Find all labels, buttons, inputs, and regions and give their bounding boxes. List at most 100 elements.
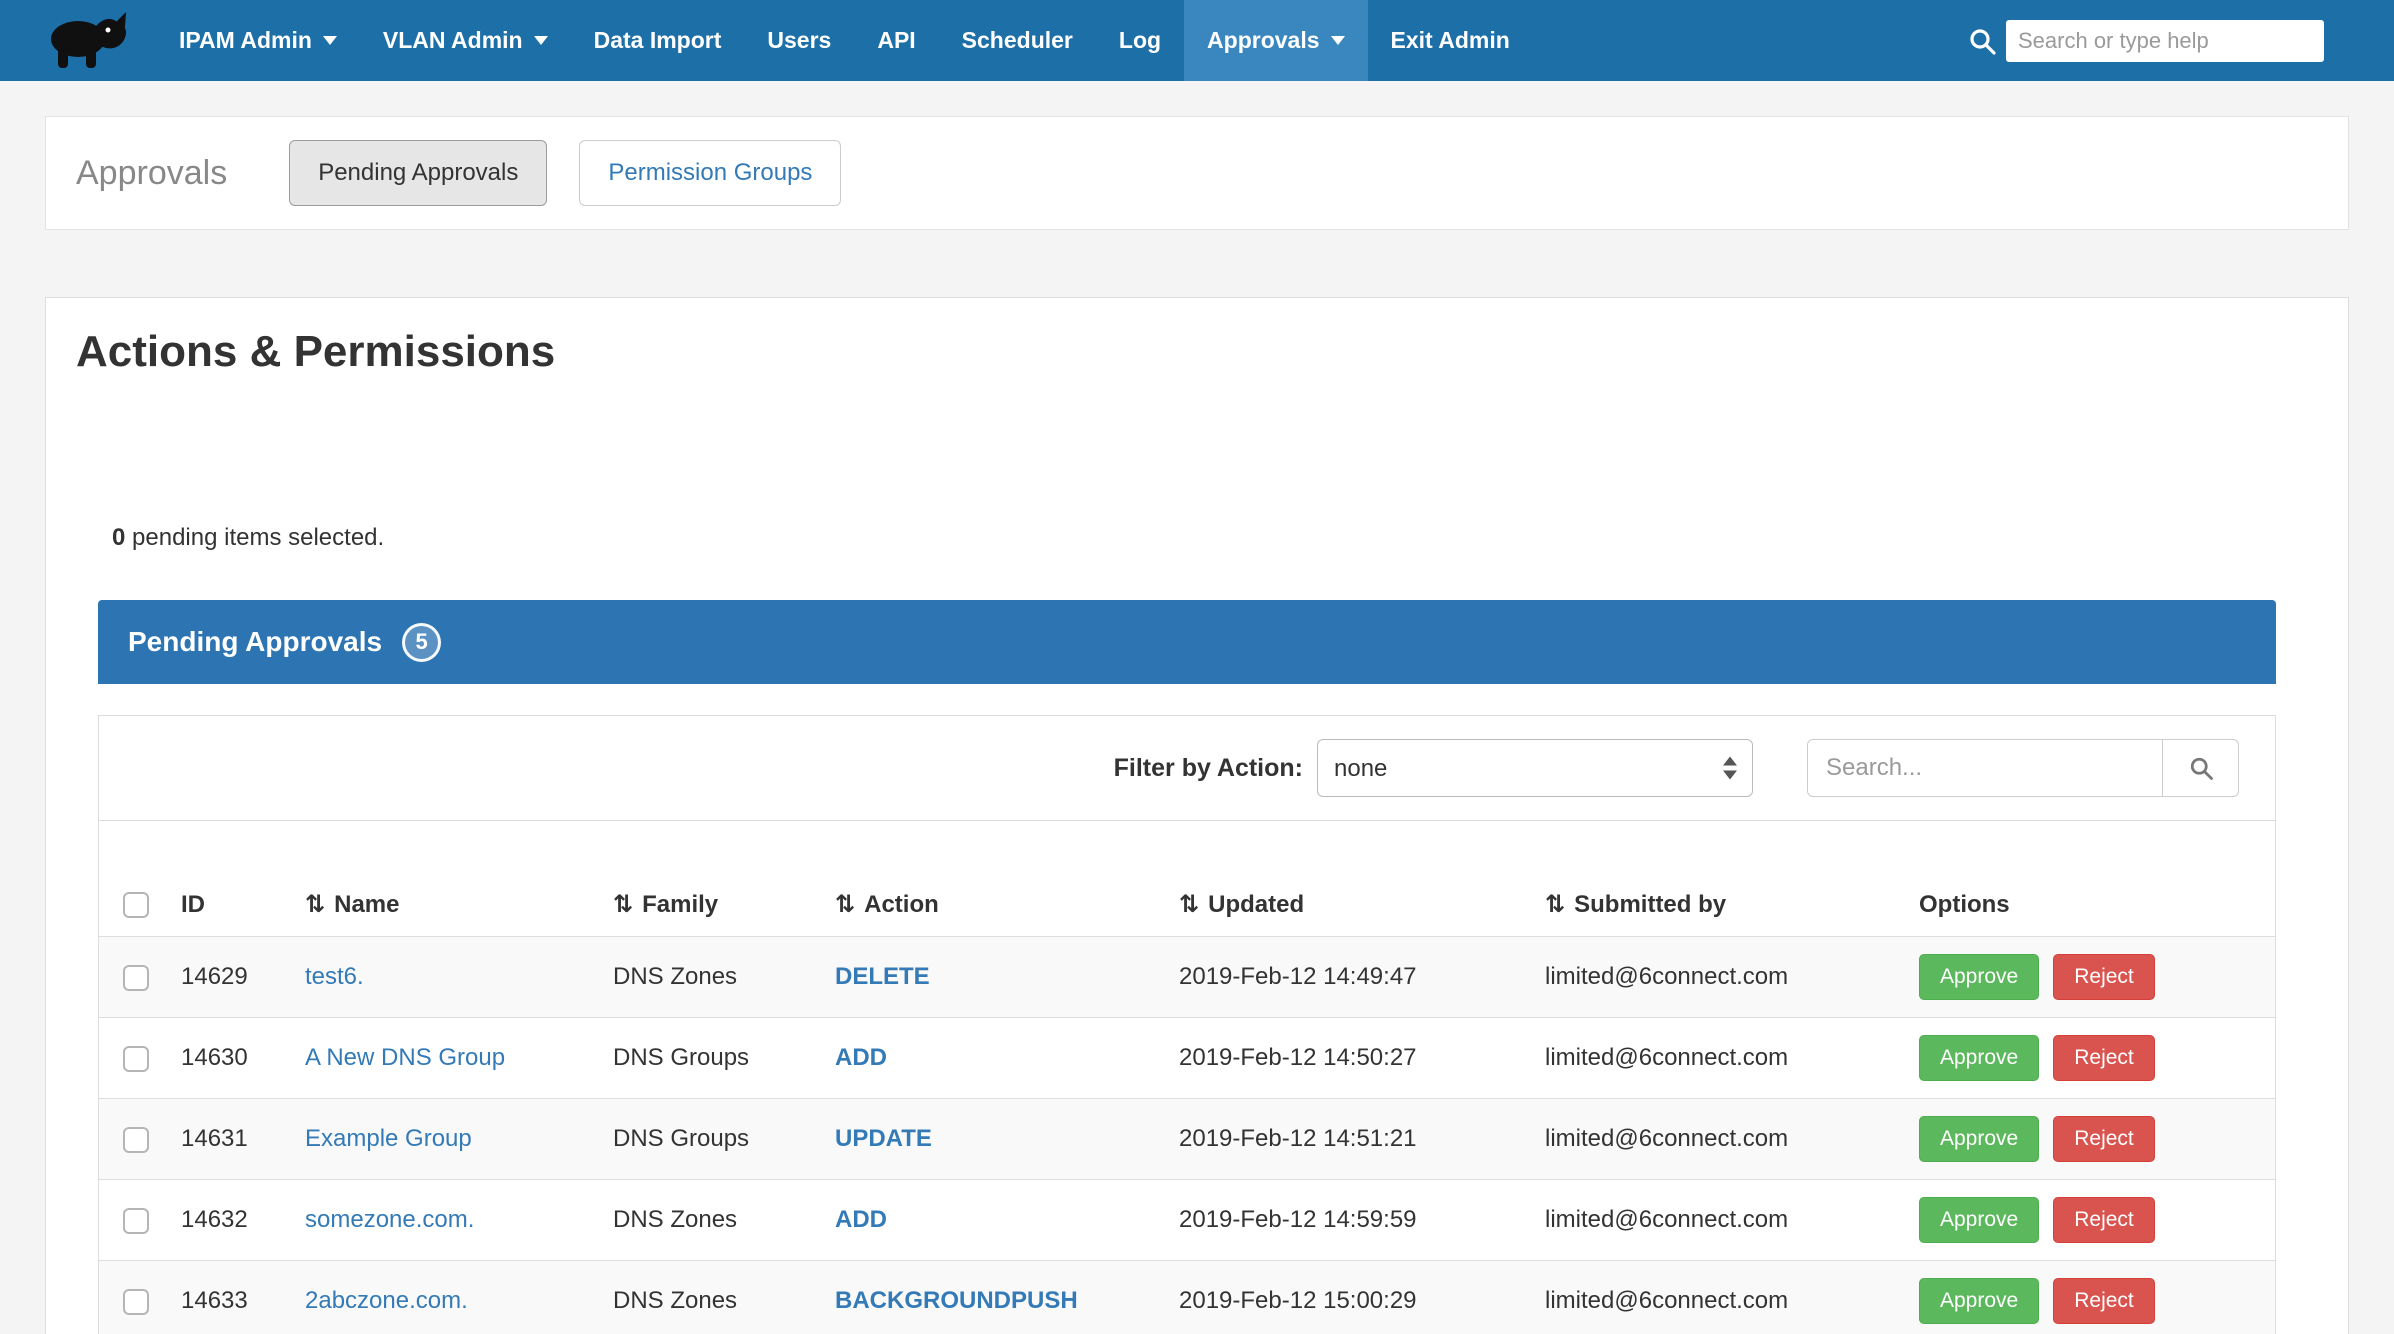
column-header-submitted-by[interactable]: ⇅Submitted by: [1533, 873, 1907, 937]
row-updated: 2019-Feb-12 14:51:21: [1179, 1125, 1417, 1152]
nav-item-label: VLAN Admin: [383, 27, 523, 54]
row-submitted-by: limited@6connect.com: [1545, 963, 1788, 990]
rhino-logo-svg: [46, 10, 130, 72]
action-filter: none: [1317, 739, 1753, 797]
chevron-down-icon: [1331, 36, 1345, 45]
column-label: Name: [334, 891, 399, 918]
selected-count: 0: [112, 524, 125, 551]
table-search-input[interactable]: [1807, 739, 2163, 797]
row-checkbox[interactable]: [123, 1127, 149, 1153]
top-navbar: IPAM Admin VLAN Admin Data Import UsersAPIS…: [0, 0, 2394, 81]
approve-button[interactable]: Approve: [1919, 1035, 2039, 1081]
reject-button[interactable]: Reject: [2053, 1278, 2155, 1324]
nav-search: [1966, 0, 2324, 81]
panel-heading: Pending Approvals 5: [98, 600, 2276, 684]
search-icon: [1966, 25, 1998, 57]
nav-item-label: Approvals: [1207, 27, 1319, 54]
row-submitted-by: limited@6connect.com: [1545, 1044, 1788, 1071]
nav-item-data-import[interactable]: Data Import: [571, 0, 745, 81]
column-label: ID: [181, 891, 205, 918]
row-action-link[interactable]: ADD: [835, 1206, 887, 1233]
row-family: DNS Zones: [613, 1206, 737, 1233]
selected-count-line: 0 pending items selected.: [112, 524, 2348, 552]
row-action-link[interactable]: BACKGROUNDPUSH: [835, 1287, 1078, 1314]
row-id: 14632: [181, 1206, 248, 1233]
row-name-link[interactable]: A New DNS Group: [305, 1044, 505, 1071]
nav-item-users[interactable]: Users: [744, 0, 854, 81]
column-label: Family: [642, 891, 718, 918]
column-header-action[interactable]: ⇅ Action: [823, 873, 1167, 937]
nav-item-vlan-admin[interactable]: VLAN Admin: [360, 0, 571, 81]
selected-count-text: pending items selected.: [125, 524, 384, 551]
nav-item-label: Data Import: [594, 27, 722, 54]
row-updated: 2019-Feb-12 14:59:59: [1179, 1206, 1417, 1233]
main-card: Actions & Permissions 0 pending items se…: [45, 297, 2349, 1334]
sort-icon: ⇅: [305, 891, 325, 918]
reject-button[interactable]: Reject: [2053, 954, 2155, 1000]
column-header-updated[interactable]: ⇅Updated: [1167, 873, 1533, 937]
filter-row: Filter by Action: none: [99, 716, 2275, 821]
row-name-link[interactable]: test6.: [305, 963, 364, 990]
row-checkbox[interactable]: [123, 1289, 149, 1315]
subheader: Approvals Pending ApprovalsPermission Gr…: [45, 116, 2349, 230]
approve-button[interactable]: Approve: [1919, 954, 2039, 1000]
column-header-family[interactable]: ⇅ Family: [601, 873, 823, 937]
nav-item-exit-admin[interactable]: Exit Admin: [1368, 0, 1533, 81]
reject-button[interactable]: Reject: [2053, 1035, 2155, 1081]
tab-pending-approvals[interactable]: Pending Approvals: [289, 140, 547, 206]
action-filter-select[interactable]: none: [1317, 739, 1753, 797]
row-checkbox[interactable]: [123, 965, 149, 991]
row-id: 14631: [181, 1125, 248, 1152]
reject-button[interactable]: Reject: [2053, 1116, 2155, 1162]
row-action-link[interactable]: UPDATE: [835, 1125, 932, 1152]
approve-button[interactable]: Approve: [1919, 1278, 2039, 1324]
table-row: 14629test6.DNS ZonesDELETE2019-Feb-12 14…: [99, 937, 2275, 1018]
table-row: 146332abczone.com.DNS ZonesBACKGROUNDPUS…: [99, 1261, 2275, 1334]
row-id: 14633: [181, 1287, 248, 1314]
row-checkbox[interactable]: [123, 1208, 149, 1234]
row-name-link[interactable]: 2abczone.com.: [305, 1287, 468, 1314]
nav-item-scheduler[interactable]: Scheduler: [939, 0, 1096, 81]
table-row: 14632 somezone.com. DNS Zones ADD 2019-Feb-1…: [99, 1180, 2275, 1261]
table-body: 14629test6.DNS ZonesDELETE2019-Feb-12 14…: [99, 937, 2275, 1334]
approve-button[interactable]: Approve: [1919, 1116, 2039, 1162]
sort-icon: ⇅: [835, 891, 855, 918]
row-updated: 2019-Feb-12 14:50:27: [1179, 1044, 1417, 1071]
reject-button[interactable]: Reject: [2053, 1197, 2155, 1243]
sort-icon: ⇅: [1545, 891, 1565, 918]
row-name-link[interactable]: Example Group: [305, 1125, 472, 1152]
nav-item-ipam-admin[interactable]: IPAM Admin: [156, 0, 360, 81]
nav-search-input[interactable]: [2006, 20, 2324, 62]
nav-item-label: Exit Admin: [1391, 27, 1510, 54]
chevron-down-icon: [534, 36, 548, 45]
row-family: DNS Groups: [613, 1044, 749, 1071]
subheader-tabs: Pending Approvals Permission Groups: [289, 140, 841, 206]
table-search-button[interactable]: [2163, 739, 2239, 797]
nav-item-approvals[interactable]: Approvals: [1184, 0, 1367, 81]
column-label: Action: [864, 891, 939, 918]
tab-permission-groups[interactable]: Permission Groups: [579, 140, 841, 206]
select-all-checkbox[interactable]: [123, 892, 149, 918]
row-name-link[interactable]: somezone.com.: [305, 1206, 474, 1233]
row-submitted-by: limited@6connect.com: [1545, 1125, 1788, 1152]
row-action-link[interactable]: ADD: [835, 1044, 887, 1071]
row-checkbox[interactable]: [123, 1046, 149, 1072]
panel-title: Pending Approvals: [128, 626, 382, 658]
nav-item-log[interactable]: Log: [1096, 0, 1184, 81]
nav-items: IPAM Admin VLAN Admin Data Import UsersAPIS…: [156, 0, 1966, 81]
approvals-table: ID ⇅ Name ⇅ Family ⇅ Action ⇅Updated⇅Submitted …: [99, 873, 2275, 1334]
approve-button[interactable]: Approve: [1919, 1197, 2039, 1243]
rhino-logo-icon[interactable]: [46, 0, 130, 81]
nav-item-label: Log: [1119, 27, 1161, 54]
section-title: Actions & Permissions: [76, 328, 2348, 376]
page: IPAM Admin VLAN Admin Data Import UsersAPIS…: [0, 0, 2394, 1334]
row-action-link[interactable]: DELETE: [835, 963, 930, 990]
filter-by-action-label: Filter by Action:: [1114, 754, 1303, 783]
row-updated: 2019-Feb-12 14:49:47: [1179, 963, 1417, 990]
pending-approvals-panel: Pending Approvals 5 Filter by Action: no…: [98, 600, 2276, 1334]
sort-icon: ⇅: [613, 891, 633, 918]
column-header-name[interactable]: ⇅ Name: [293, 873, 601, 937]
column-label: Options: [1919, 891, 2010, 918]
nav-item-api[interactable]: API: [854, 0, 938, 81]
column-header-id: ID: [169, 873, 293, 937]
